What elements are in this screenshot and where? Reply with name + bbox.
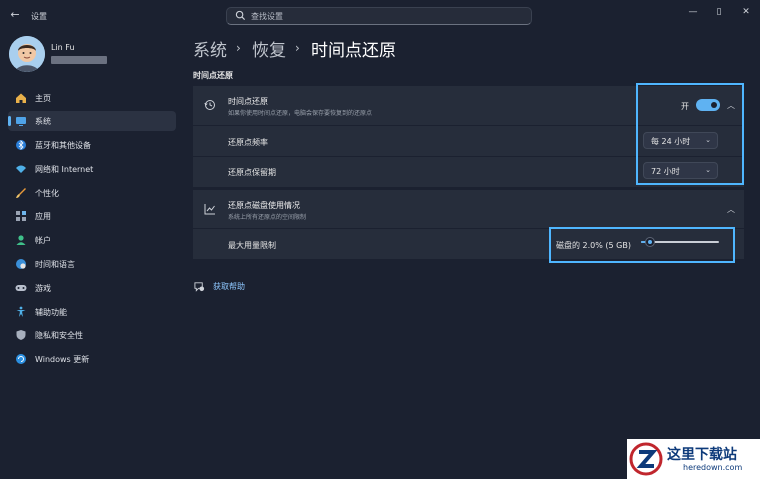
sidebar-item-time-language[interactable]: 时间和语言	[8, 254, 176, 274]
gamepad-icon	[15, 285, 27, 291]
sidebar-item-network[interactable]: 网络和 Internet	[8, 159, 176, 179]
sidebar-item-apps[interactable]: 应用	[8, 206, 176, 226]
history-icon	[204, 100, 215, 110]
retention-label: 还原点保留期	[228, 168, 276, 177]
collapse-chevron-icon[interactable]: ︿	[727, 204, 735, 215]
app-title: 设置	[31, 12, 47, 21]
sidebar-item-personalization[interactable]: 个性化	[8, 183, 176, 203]
update-icon	[16, 354, 26, 364]
title-bar: ← 设置 查找设置 — ▯ ✕	[0, 0, 760, 30]
search-input[interactable]: 查找设置	[226, 7, 532, 25]
section-title: 时间点还原	[193, 71, 233, 80]
breadcrumb-separator-icon: ›	[236, 41, 241, 55]
frequency-label: 还原点频率	[228, 138, 268, 147]
accessibility-icon	[16, 306, 26, 317]
highlight-box	[549, 227, 735, 263]
sidebar-item-accessibility[interactable]: 辅助功能	[8, 302, 176, 322]
breadcrumb-separator-icon: ›	[295, 41, 300, 55]
wifi-icon	[16, 165, 26, 173]
search-icon	[235, 10, 246, 21]
watermark-logo-icon	[629, 442, 663, 476]
watermark-cn-text: 这里下载站	[667, 447, 737, 463]
sidebar-item-gaming[interactable]: 游戏	[8, 278, 176, 298]
shield-icon	[16, 330, 26, 340]
max-usage-label: 最大用量限制	[228, 241, 276, 250]
watermark-en-text: heredown.com	[683, 463, 743, 472]
restore-card-subtitle: 如果你使用时间点还原，电脑会保存要恢复到的还原点	[228, 110, 373, 117]
account-icon	[16, 235, 26, 245]
breadcrumb-system[interactable]: 系统	[193, 36, 227, 61]
active-indicator	[8, 116, 11, 126]
back-arrow-icon[interactable]: ←	[8, 8, 22, 22]
help-icon	[194, 282, 205, 292]
maximize-button[interactable]: ▯	[711, 5, 727, 19]
search-placeholder: 查找设置	[251, 12, 283, 21]
globe-clock-icon	[16, 259, 26, 269]
sidebar-item-home[interactable]: 主页	[8, 88, 176, 108]
minimize-button[interactable]: —	[685, 5, 701, 19]
avatar[interactable]	[9, 36, 45, 72]
usage-card-title: 还原点磁盘使用情况	[228, 201, 300, 210]
brush-icon	[16, 188, 26, 198]
bluetooth-icon	[16, 140, 26, 150]
close-button[interactable]: ✕	[738, 5, 754, 19]
avatar-image	[9, 36, 45, 72]
watermark: 这里下载站 heredown.com	[627, 439, 760, 479]
home-icon	[16, 93, 26, 103]
sidebar-item-privacy[interactable]: 隐私和安全性	[8, 325, 176, 345]
apps-icon	[16, 211, 26, 221]
sidebar-item-windows-update[interactable]: Windows 更新	[8, 349, 176, 369]
user-name: Lin Fu	[51, 43, 75, 52]
user-email-redacted	[51, 56, 107, 64]
highlight-box	[636, 83, 744, 185]
get-help-link[interactable]: 获取帮助	[213, 281, 245, 292]
system-icon	[16, 117, 26, 126]
sidebar-item-system[interactable]: 系统	[8, 111, 176, 131]
restore-card-title: 时间点还原	[228, 97, 268, 106]
page-title: 时间点还原	[311, 41, 396, 61]
usage-card-subtitle: 系统上所有还原点的空间限制	[228, 214, 307, 221]
sidebar-item-bluetooth[interactable]: 蓝牙和其他设备	[8, 135, 176, 155]
breadcrumb-recovery[interactable]: 恢复	[252, 36, 286, 61]
chart-line-icon	[204, 204, 215, 215]
sidebar-item-accounts[interactable]: 帐户	[8, 230, 176, 250]
